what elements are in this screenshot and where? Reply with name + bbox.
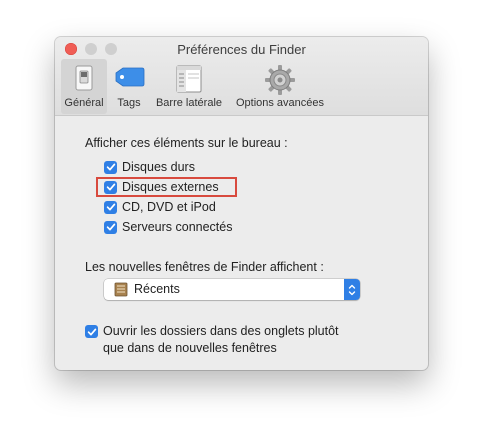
tab-general[interactable]: Général xyxy=(61,59,107,114)
checkbox-label: CD, DVD et iPod xyxy=(122,200,216,214)
new-windows-popup[interactable]: Récents xyxy=(104,279,360,300)
new-windows-heading: Les nouvelles fenêtres de Finder affiche… xyxy=(85,260,324,274)
checkbox-label: Disques durs xyxy=(122,160,195,174)
checkmark-icon xyxy=(106,223,115,231)
tab-sidebar[interactable]: Barre latérale xyxy=(151,59,227,114)
tag-icon xyxy=(113,64,145,95)
popup-stepper[interactable] xyxy=(344,279,360,300)
desktop-items-heading: Afficher ces éléments sur le bureau : xyxy=(85,136,288,150)
checkbox-serveurs-connectes[interactable] xyxy=(104,220,117,234)
highlight-frame xyxy=(96,177,237,197)
sidebar-icon xyxy=(175,64,203,97)
finder-preferences-window: Préférences du Finder Général Tags Barre… xyxy=(55,37,428,370)
label-line-1: Ouvrir les dossiers dans des onglets plu… xyxy=(103,324,339,338)
popup-selected-value: Récents xyxy=(134,282,180,296)
general-pane: Afficher ces éléments sur le bureau : Di… xyxy=(55,116,428,370)
window-title: Préférences du Finder xyxy=(177,42,306,57)
checkbox-open-in-tabs[interactable] xyxy=(85,325,98,338)
checkbox-row-cd-dvd-ipod[interactable]: CD, DVD et iPod xyxy=(104,199,216,215)
tab-tags-label: Tags xyxy=(117,97,141,109)
general-switch-icon xyxy=(73,64,95,95)
tab-tags[interactable]: Tags xyxy=(110,59,148,114)
tab-general-label: Général xyxy=(64,97,104,109)
label-line-2: que dans de nouvelles fenêtres xyxy=(103,341,277,355)
checkbox-label: Ouvrir les dossiers dans des onglets plu… xyxy=(103,323,339,357)
checkmark-icon xyxy=(106,203,115,211)
checkbox-row-serveurs-connectes[interactable]: Serveurs connectés xyxy=(104,219,232,235)
tab-advanced[interactable]: Options avancées xyxy=(230,59,330,114)
checkbox-disques-durs[interactable] xyxy=(104,160,117,174)
checkbox-label: Serveurs connectés xyxy=(122,220,233,234)
gear-icon xyxy=(264,64,296,99)
updown-chevron-icon xyxy=(348,284,356,295)
recents-icon xyxy=(114,282,128,302)
checkbox-row-disques-durs[interactable]: Disques durs xyxy=(104,159,195,175)
checkbox-row-open-in-tabs[interactable]: Ouvrir les dossiers dans des onglets plu… xyxy=(85,323,339,357)
checkmark-icon xyxy=(106,163,115,171)
checkmark-icon xyxy=(87,328,96,335)
checkbox-cd-dvd-ipod[interactable] xyxy=(104,200,117,214)
title-bar: Préférences du Finder Général Tags Barre… xyxy=(55,37,428,116)
tab-advanced-label: Options avancées xyxy=(235,97,325,109)
tab-sidebar-label: Barre latérale xyxy=(155,97,223,109)
